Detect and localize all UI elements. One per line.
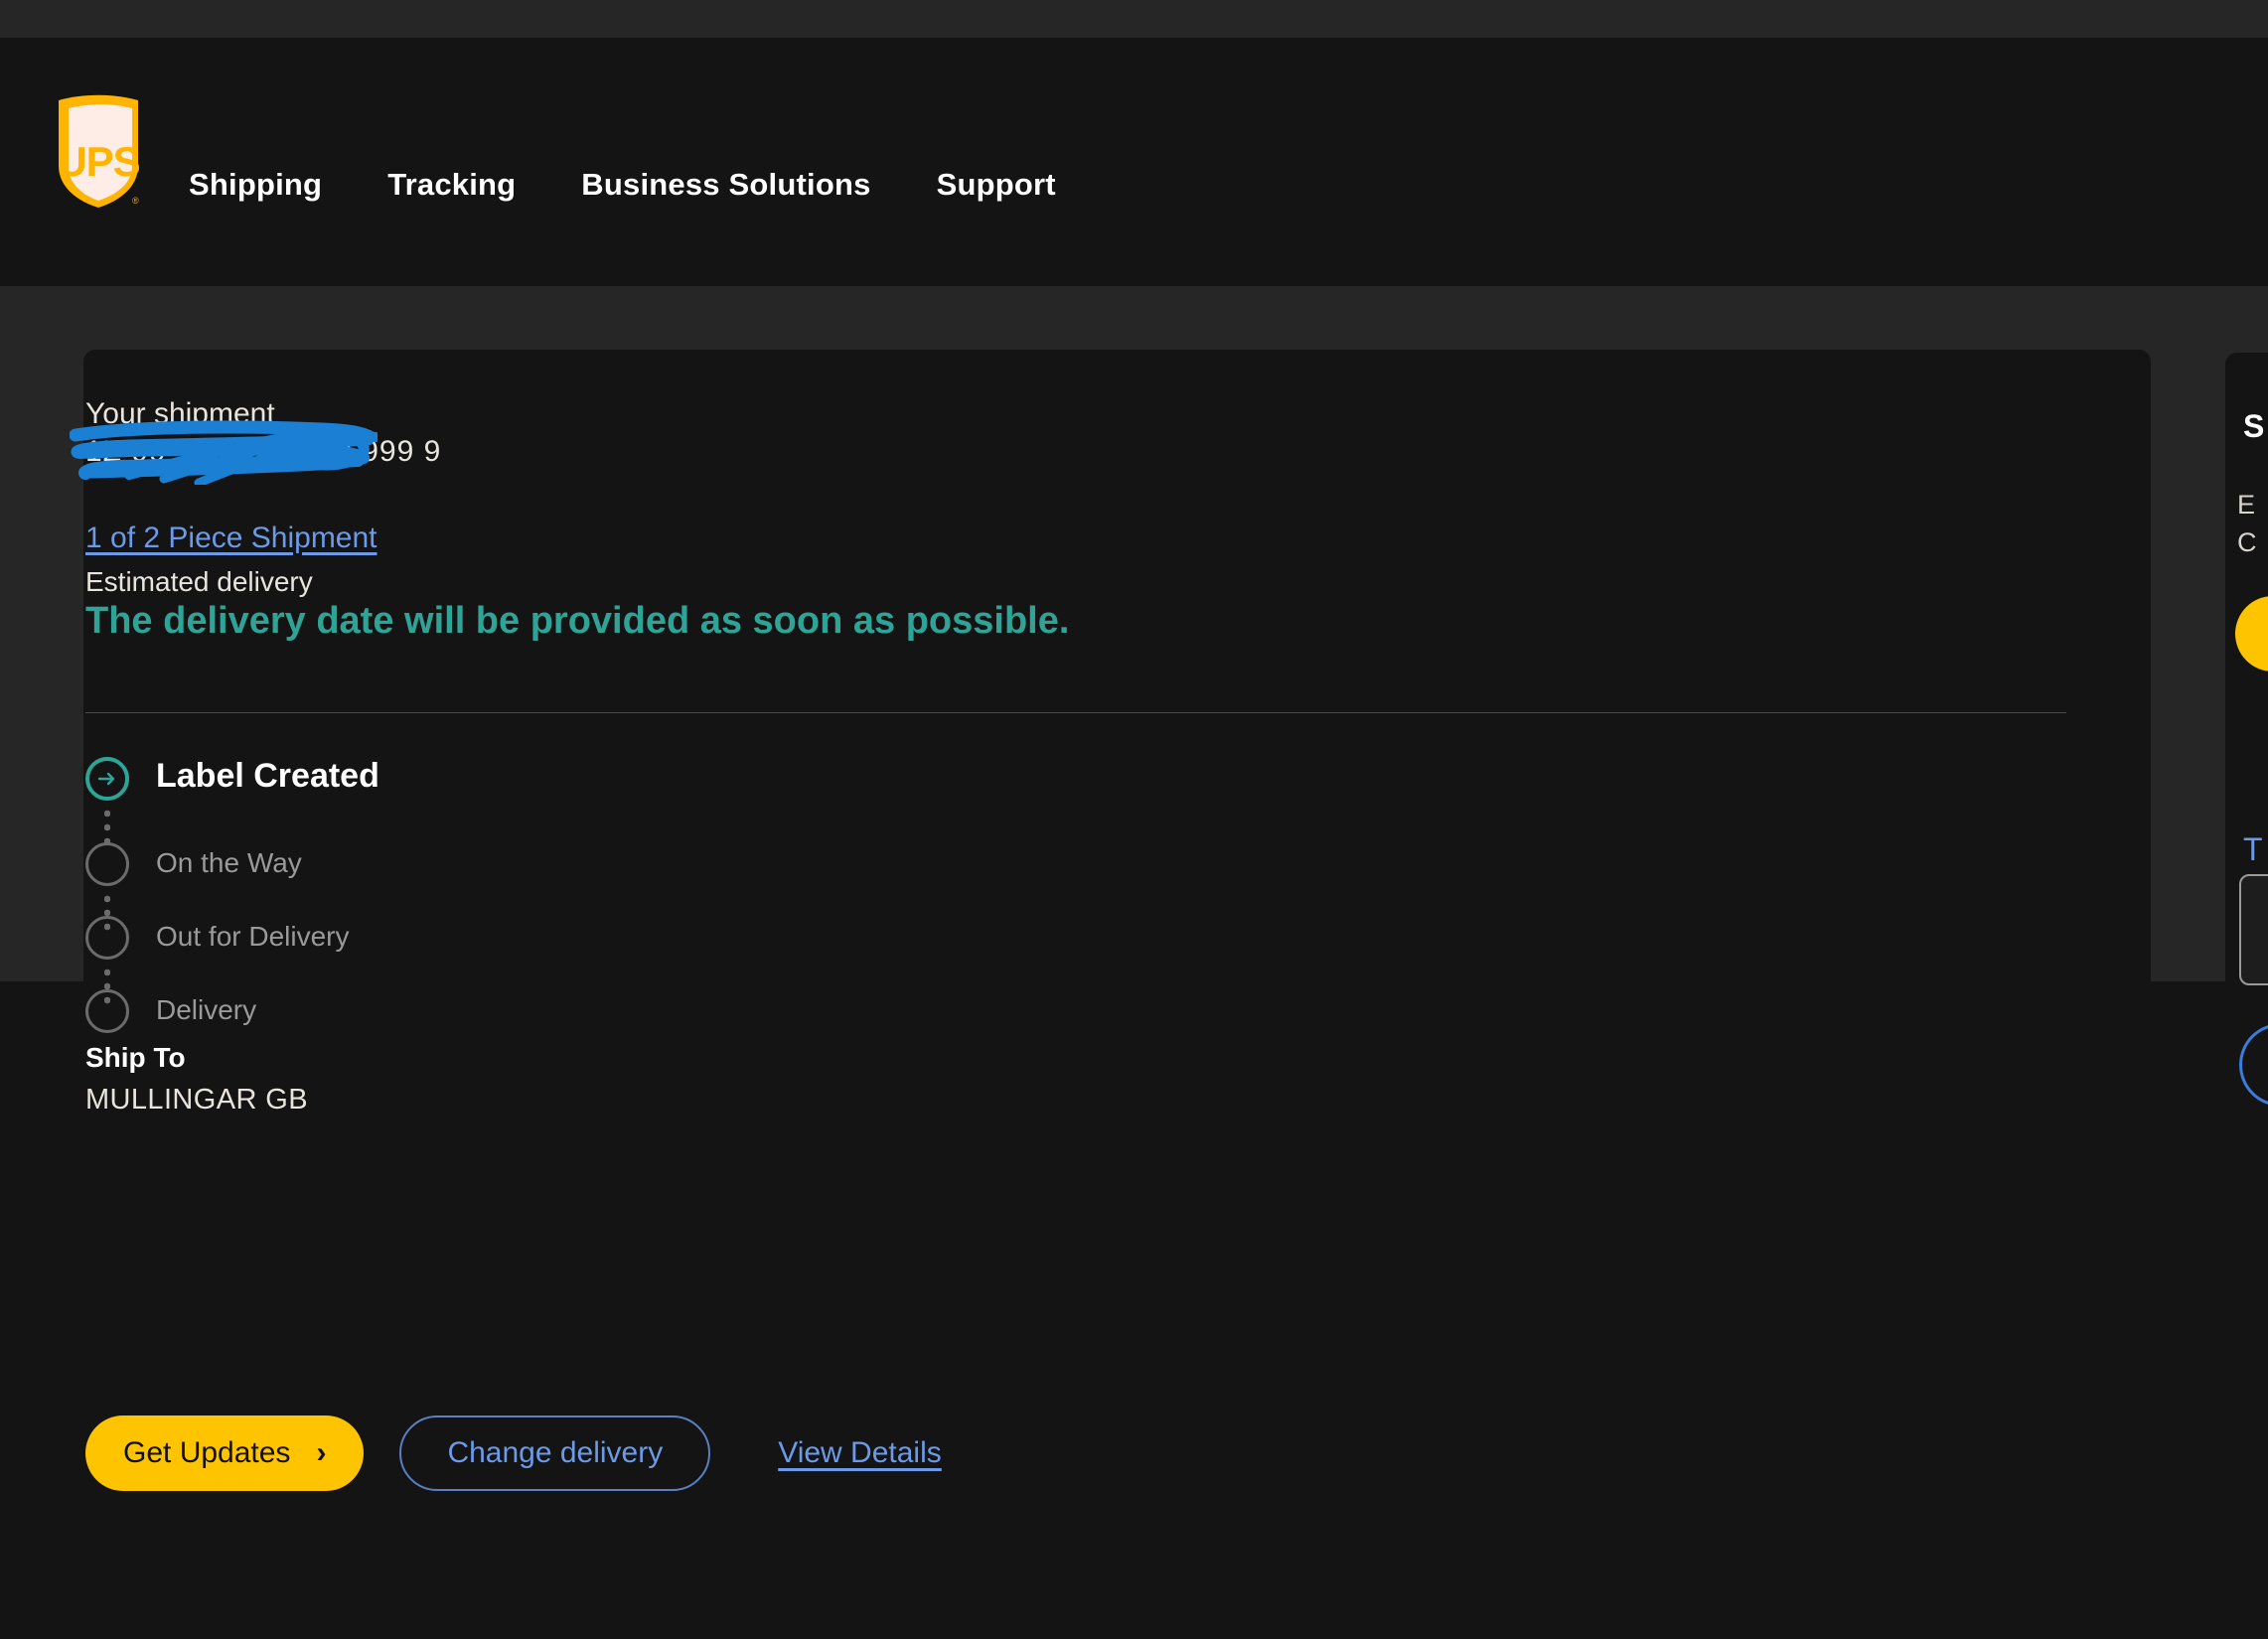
side-panel-title: T [2243,831,2263,867]
ship-to-label: Ship To [85,1042,186,1073]
tracking-number: 1Z 99 999 99 9999 999 9 [85,435,442,468]
side-panel-line-2: C [2237,527,2257,557]
arrow-right-circle-icon [85,757,129,801]
view-details-link[interactable]: View Details [778,1436,942,1470]
change-delivery-button[interactable]: Change delivery [399,1416,711,1491]
side-panel-text-input[interactable] [2239,874,2268,985]
timeline-step-label: Label Created [156,757,379,795]
estimated-delivery-label: Estimated delivery [85,566,313,597]
circle-outline-icon [85,916,129,960]
change-delivery-label: Change delivery [447,1436,664,1469]
timeline-step-label: On the Way [156,847,302,878]
shipment-card-content: Your shipment 1Z 99 999 99 9999 999 9 1 … [0,0,2268,1639]
delivery-date-message: The delivery date will be provided as so… [85,600,1070,642]
circle-outline-icon [85,842,129,886]
side-panel-outline-button[interactable] [2239,1023,2268,1107]
circle-outline-icon [85,989,129,1033]
ship-to-value: MULLINGAR GB [85,1084,308,1116]
side-panel-line-1: E [2237,490,2256,520]
piece-shipment-link[interactable]: 1 of 2 Piece Shipment [85,522,378,555]
side-panel-tracking-input: T [2225,770,2268,1296]
side-panel-primary-button[interactable] [2235,596,2268,671]
timeline-step-label: Delivery [156,994,257,1025]
shipment-progress-timeline: Label Created On the Way Out for Deliver… [85,757,980,1063]
timeline-step-label: Out for Delivery [156,921,350,952]
chevron-right-icon: › [316,1436,327,1469]
card-actions: Get Updates › Change delivery View Detai… [85,1416,942,1491]
timeline-step-delivery: Delivery [85,989,980,1063]
timeline-step-on-the-way: On the Way [85,842,980,936]
get-updates-label: Get Updates [123,1436,291,1469]
timeline-step-label-created: Label Created [85,757,980,850]
your-shipment-label: Your shipment [85,397,275,430]
side-panel-shipment-options: S E C [2225,353,2268,815]
timeline-step-out-for-delivery: Out for Delivery [85,916,980,1009]
get-updates-button[interactable]: Get Updates › [85,1416,365,1491]
side-panel-title: S [2243,408,2265,444]
card-divider [85,712,2066,713]
